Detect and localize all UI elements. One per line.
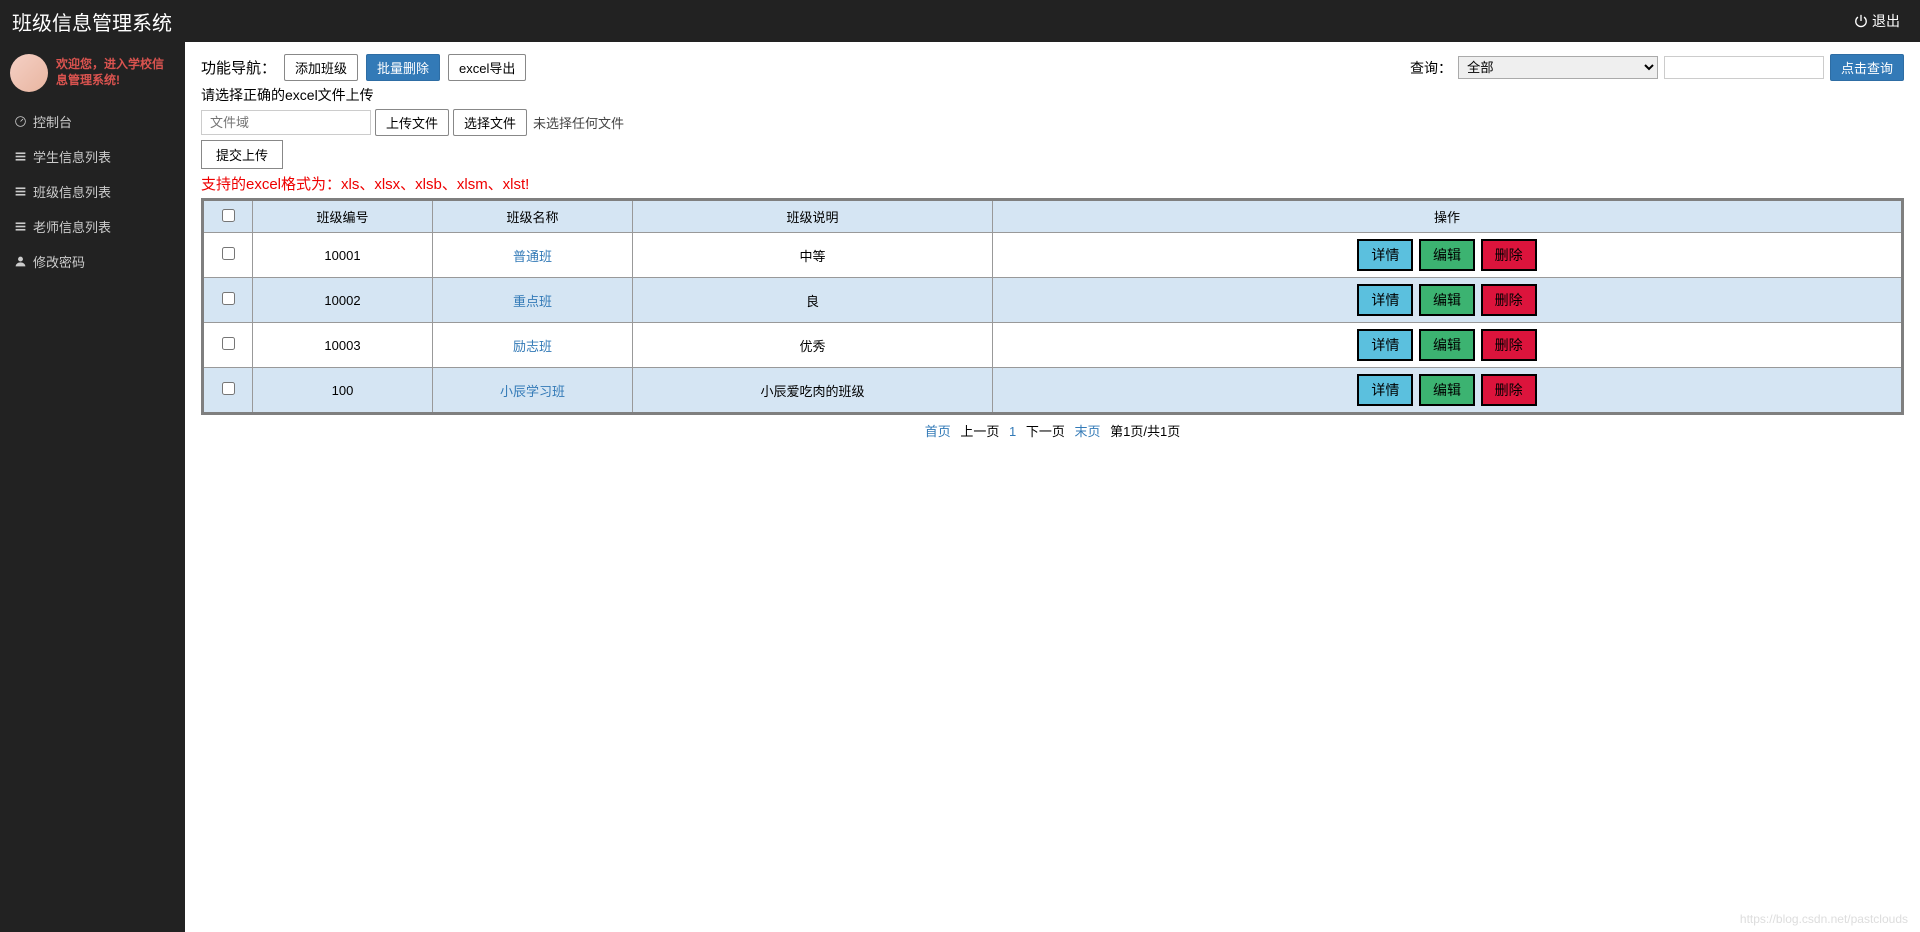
sidebar-item-dashboard[interactable]: 控制台 xyxy=(0,104,185,139)
header-desc: 班级说明 xyxy=(633,200,993,233)
cell-desc: 小辰爱吃肉的班级 xyxy=(633,368,993,414)
class-name-link[interactable]: 小辰学习班 xyxy=(500,384,565,399)
page-next: 下一页 xyxy=(1026,424,1065,439)
table-row: 10003 励志班 优秀 详情 编辑 删除 xyxy=(203,323,1903,368)
power-icon xyxy=(1854,14,1868,28)
logout-label: 退出 xyxy=(1872,11,1900,31)
list-icon xyxy=(14,220,27,233)
upload-file-button[interactable]: 上传文件 xyxy=(375,109,449,136)
cell-id: 10003 xyxy=(253,323,433,368)
table-row: 100 小辰学习班 小辰爱吃肉的班级 详情 编辑 删除 xyxy=(203,368,1903,414)
batch-delete-button[interactable]: 批量删除 xyxy=(366,54,440,81)
cell-id: 10002 xyxy=(253,278,433,323)
format-hint: 支持的excel格式为：xls、xlsx、xlsb、xlsm、xlst! xyxy=(201,173,1904,194)
excel-export-button[interactable]: excel导出 xyxy=(448,54,526,81)
file-status: 未选择任何文件 xyxy=(533,113,624,132)
cell-desc: 良 xyxy=(633,278,993,323)
cell-id: 100 xyxy=(253,368,433,414)
main-content: 功能导航： 添加班级 批量删除 excel导出 查询： 全部 点击查询 请选择正… xyxy=(185,42,1920,458)
toolbar: 功能导航： 添加班级 批量删除 excel导出 查询： 全部 点击查询 xyxy=(201,54,1904,81)
logout-button[interactable]: 退出 xyxy=(1854,11,1900,31)
app-title: 班级信息管理系统 xyxy=(12,7,172,36)
list-icon xyxy=(14,185,27,198)
header-action: 操作 xyxy=(993,200,1903,233)
sidebar-item-label: 老师信息列表 xyxy=(33,217,111,236)
avatar xyxy=(10,54,48,92)
class-name-link[interactable]: 普通班 xyxy=(513,249,552,264)
class-table: 班级编号 班级名称 班级说明 操作 10001 普通班 中等 详情 编辑 删除 … xyxy=(201,198,1904,415)
row-checkbox[interactable] xyxy=(222,337,235,350)
table-row: 10001 普通班 中等 详情 编辑 删除 xyxy=(203,233,1903,278)
cell-actions: 详情 编辑 删除 xyxy=(993,278,1903,323)
list-icon xyxy=(14,150,27,163)
page-last[interactable]: 末页 xyxy=(1075,424,1101,439)
query-label: 查询： xyxy=(1410,58,1452,78)
sidebar-item-password[interactable]: 修改密码 xyxy=(0,244,185,279)
query-select[interactable]: 全部 xyxy=(1458,56,1658,79)
watermark: https://blog.csdn.net/pastclouds xyxy=(1740,912,1908,926)
edit-button[interactable]: 编辑 xyxy=(1419,239,1475,271)
submit-upload-button[interactable]: 提交上传 xyxy=(201,140,283,169)
header: 班级信息管理系统 退出 xyxy=(0,0,1920,42)
detail-button[interactable]: 详情 xyxy=(1357,329,1413,361)
page-first[interactable]: 首页 xyxy=(925,424,951,439)
file-field[interactable] xyxy=(201,110,371,135)
sidebar-item-label: 学生信息列表 xyxy=(33,147,111,166)
sidebar-item-label: 修改密码 xyxy=(33,252,85,271)
delete-button[interactable]: 删除 xyxy=(1481,374,1537,406)
header-name: 班级名称 xyxy=(433,200,633,233)
sidebar-item-label: 控制台 xyxy=(33,112,72,131)
welcome-box: 欢迎您，进入学校信息管理系统! xyxy=(0,42,185,104)
sidebar-item-class[interactable]: 班级信息列表 xyxy=(0,174,185,209)
row-checkbox[interactable] xyxy=(222,247,235,260)
upload-hint: 请选择正确的excel文件上传 xyxy=(201,85,1904,105)
query-input[interactable] xyxy=(1664,56,1824,79)
edit-button[interactable]: 编辑 xyxy=(1419,374,1475,406)
page-current[interactable]: 1 xyxy=(1009,424,1016,439)
sidebar: 欢迎您，进入学校信息管理系统! 控制台 学生信息列表 班级信息列表 老师信息列表… xyxy=(0,42,185,932)
class-name-link[interactable]: 励志班 xyxy=(513,339,552,354)
cell-actions: 详情 编辑 删除 xyxy=(993,323,1903,368)
class-name-link[interactable]: 重点班 xyxy=(513,294,552,309)
toolbar-right: 查询： 全部 点击查询 xyxy=(1410,54,1904,81)
page-info: 第1页/共1页 xyxy=(1110,424,1180,439)
edit-button[interactable]: 编辑 xyxy=(1419,329,1475,361)
header-id: 班级编号 xyxy=(253,200,433,233)
cell-actions: 详情 编辑 删除 xyxy=(993,368,1903,414)
table-row: 10002 重点班 良 详情 编辑 删除 xyxy=(203,278,1903,323)
table-header-row: 班级编号 班级名称 班级说明 操作 xyxy=(203,200,1903,233)
row-checkbox[interactable] xyxy=(222,292,235,305)
delete-button[interactable]: 删除 xyxy=(1481,239,1537,271)
choose-file-button[interactable]: 选择文件 xyxy=(453,109,527,136)
detail-button[interactable]: 详情 xyxy=(1357,239,1413,271)
row-checkbox[interactable] xyxy=(222,382,235,395)
sidebar-item-student[interactable]: 学生信息列表 xyxy=(0,139,185,174)
cell-desc: 优秀 xyxy=(633,323,993,368)
add-class-button[interactable]: 添加班级 xyxy=(284,54,358,81)
cell-desc: 中等 xyxy=(633,233,993,278)
cell-id: 10001 xyxy=(253,233,433,278)
sidebar-item-label: 班级信息列表 xyxy=(33,182,111,201)
nav-label: 功能导航： xyxy=(201,57,276,78)
toolbar-left: 功能导航： 添加班级 批量删除 excel导出 xyxy=(201,54,526,81)
pagination: 首页 上一页 1 下一页 末页 第1页/共1页 xyxy=(201,415,1904,446)
sidebar-item-teacher[interactable]: 老师信息列表 xyxy=(0,209,185,244)
detail-button[interactable]: 详情 xyxy=(1357,374,1413,406)
delete-button[interactable]: 删除 xyxy=(1481,329,1537,361)
welcome-text: 欢迎您，进入学校信息管理系统! xyxy=(56,57,175,88)
user-icon xyxy=(14,255,27,268)
page-prev: 上一页 xyxy=(960,424,999,439)
cell-actions: 详情 编辑 删除 xyxy=(993,233,1903,278)
edit-button[interactable]: 编辑 xyxy=(1419,284,1475,316)
dashboard-icon xyxy=(14,115,27,128)
upload-row: 上传文件 选择文件 未选择任何文件 xyxy=(201,109,1904,136)
select-all-checkbox[interactable] xyxy=(222,209,235,222)
header-checkbox xyxy=(203,200,253,233)
detail-button[interactable]: 详情 xyxy=(1357,284,1413,316)
query-button[interactable]: 点击查询 xyxy=(1830,54,1904,81)
delete-button[interactable]: 删除 xyxy=(1481,284,1537,316)
